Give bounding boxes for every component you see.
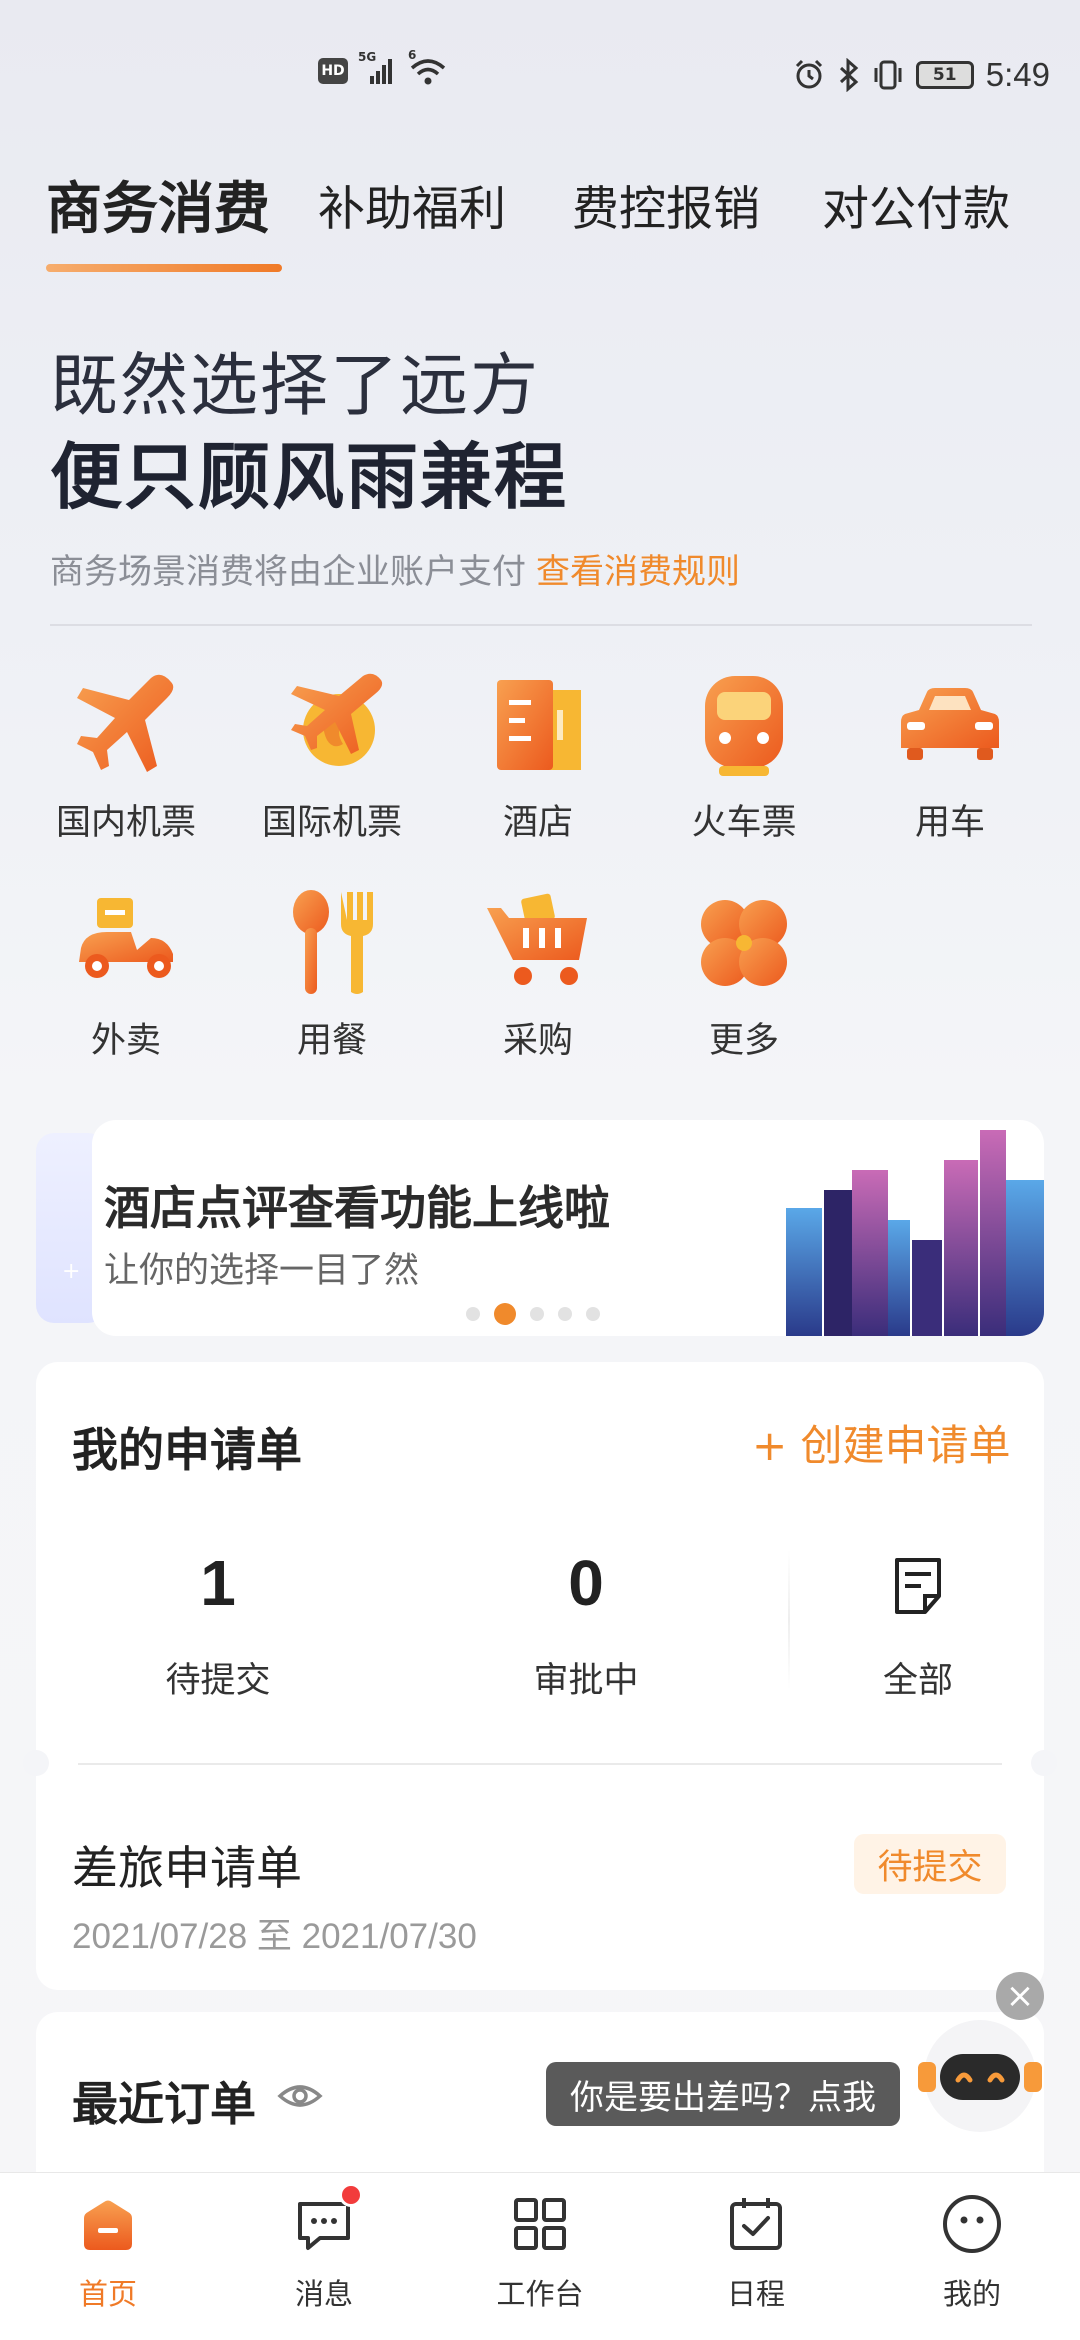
hero-line-1: 既然选择了远方: [50, 347, 541, 426]
approving-label[interactable]: 审批中: [486, 1652, 686, 1703]
nav-workbench[interactable]: 工作台: [470, 2189, 610, 2313]
stats-separator: [788, 1550, 790, 1690]
tab-subsidy-benefits[interactable]: 补助福利: [318, 170, 506, 239]
alarm-icon: [795, 59, 822, 89]
hotel-icon: [483, 670, 593, 780]
service-purchase[interactable]: 采购: [448, 888, 628, 1063]
home-icon: [73, 2189, 143, 2259]
scooter-icon: [71, 888, 181, 998]
approving-count[interactable]: 0: [486, 1546, 686, 1620]
banner-pagination: [466, 1303, 600, 1325]
service-label: 火车票: [691, 803, 797, 843]
clock: 5:49: [985, 56, 1050, 93]
view-rules-link[interactable]: 查看消费规则: [536, 552, 740, 592]
service-domestic-flight[interactable]: 国内机票: [36, 670, 216, 845]
profile-icon: [937, 2189, 1007, 2259]
cutlery-icon: [277, 888, 387, 998]
service-train[interactable]: 火车票: [654, 670, 834, 845]
card-notch-left: [23, 1750, 49, 1776]
service-label: 酒店: [502, 803, 573, 843]
pagination-dot: [586, 1307, 600, 1321]
card-notch-right: [1031, 1750, 1057, 1776]
card-divider: [78, 1763, 1002, 1765]
wifi-icon: 6: [408, 48, 448, 86]
service-label: 用餐: [296, 1021, 367, 1061]
service-label: 国际机票: [261, 803, 402, 843]
train-icon: [689, 670, 799, 780]
nav-label: 工作台: [496, 2277, 584, 2311]
cart-icon: [483, 888, 593, 998]
all-label: 全部: [882, 1661, 953, 1701]
all-applications-button[interactable]: 全部: [818, 1556, 1018, 1701]
nav-label: 首页: [78, 2277, 137, 2311]
divider: [50, 624, 1032, 626]
service-hotel[interactable]: 酒店: [448, 670, 628, 845]
cellular-signal-icon: 5G: [358, 50, 398, 86]
tab-business-consumption[interactable]: 商务消费: [46, 164, 270, 245]
message-icon: [289, 2183, 363, 2259]
nav-label: 日程: [726, 2277, 785, 2311]
payment-notice: 商务场景消费将由企业账户支付 查看消费规则: [50, 544, 740, 593]
nav-home[interactable]: 首页: [38, 2189, 178, 2313]
nav-label: 消息: [294, 2277, 353, 2311]
close-assistant-button[interactable]: ×: [996, 1972, 1044, 2020]
status-bar: HD 5G 6 51 5:49: [0, 0, 1080, 150]
globe-plane-icon: [277, 670, 387, 780]
trip-application-title: 差旅申请单: [72, 1841, 302, 1895]
car-icon: [895, 670, 1005, 780]
promo-banner[interactable]: 酒店点评查看功能上线啦 让你的选择一目了然: [92, 1120, 1044, 1336]
unread-badge: [339, 2183, 363, 2207]
category-tabs: 商务消费 补助福利 费控报销 对公付款: [46, 170, 1046, 280]
banner-subtitle: 让你的选择一目了然: [104, 1251, 420, 1291]
bluetooth-icon: [839, 58, 859, 92]
service-label: 用车: [914, 803, 985, 843]
service-dining[interactable]: 用餐: [242, 888, 422, 1063]
status-badge: 待提交: [854, 1834, 1006, 1894]
service-takeout[interactable]: 外卖: [36, 888, 216, 1063]
payment-notice-text: 商务场景消费将由企业账户支付: [50, 552, 526, 592]
status-right: 51 5:49: [792, 56, 1050, 94]
vibrate-icon: [874, 60, 902, 90]
robot-assistant-icon[interactable]: [918, 2014, 1042, 2138]
assistant-tooltip[interactable]: 你是要出差吗？点我: [546, 2062, 900, 2126]
status-left: HD 5G 6: [318, 48, 448, 86]
pending-count[interactable]: 1: [118, 1546, 318, 1620]
pagination-dot: [558, 1307, 572, 1321]
document-icon: [895, 1558, 941, 1614]
service-label: 外卖: [90, 1021, 161, 1061]
city-skyline-illustration: [786, 1130, 1044, 1336]
trip-application-dates: 2021/07/28 至 2021/07/30: [72, 1917, 477, 1956]
applications-title: 我的申请单: [72, 1423, 302, 1477]
banner-title: 酒店点评查看功能上线啦: [104, 1181, 610, 1235]
create-application-button[interactable]: + 创建申请单: [752, 1412, 1011, 1473]
eye-icon[interactable]: [276, 2072, 324, 2120]
active-tab-indicator: [46, 264, 282, 272]
hd-badge: HD: [318, 58, 348, 84]
bottom-navigation: 首页 消息 工作台 日程 我的: [0, 2172, 1080, 2340]
grid-icon: [505, 2189, 575, 2259]
service-label: 采购: [502, 1021, 573, 1061]
service-label: 国内机票: [55, 803, 196, 843]
more-icon: [689, 888, 799, 998]
calendar-icon: [721, 2189, 791, 2259]
recent-orders-title: 最近订单: [72, 2077, 256, 2131]
nav-schedule[interactable]: 日程: [686, 2189, 826, 2313]
hero-line-2: 便只顾风雨兼程: [50, 435, 569, 519]
pagination-dot: [466, 1307, 480, 1321]
service-international-flight[interactable]: 国际机票: [242, 670, 422, 845]
plane-icon: [71, 670, 181, 780]
nav-label: 我的: [942, 2277, 1001, 2311]
pagination-dot: [530, 1307, 544, 1321]
tab-corporate-payment[interactable]: 对公付款: [822, 170, 1010, 239]
service-label: 更多: [708, 1021, 779, 1061]
tab-expense-reimbursement[interactable]: 费控报销: [572, 170, 760, 239]
nav-profile[interactable]: 我的: [902, 2189, 1042, 2313]
service-car[interactable]: 用车: [860, 670, 1040, 845]
battery-indicator: 51: [915, 61, 974, 89]
pending-label[interactable]: 待提交: [118, 1652, 318, 1703]
nav-messages[interactable]: 消息: [254, 2183, 394, 2313]
service-more[interactable]: 更多: [654, 888, 834, 1063]
pagination-dot-active: [494, 1303, 516, 1325]
